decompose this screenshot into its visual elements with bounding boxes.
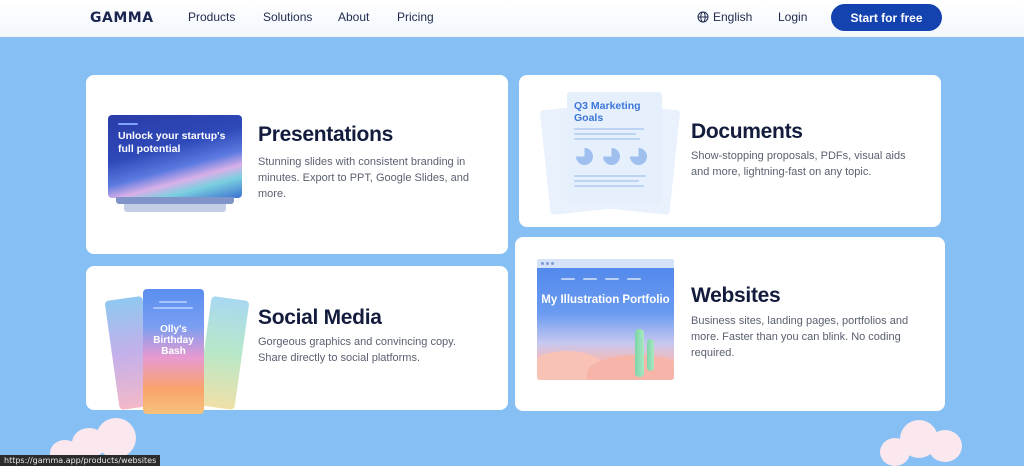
card-description: Show-stopping proposals, PDFs, visual ai…: [691, 150, 906, 178]
pie-chart-icon: [603, 148, 620, 165]
start-for-free-button[interactable]: Start for free: [831, 4, 942, 31]
post-accent-line: [153, 307, 193, 309]
pie-chart-icon: [630, 148, 647, 165]
website-illustration: My Illustration Portfolio: [537, 259, 674, 380]
document-line: [574, 175, 646, 177]
website-nav-line: [605, 278, 619, 280]
nav-pricing[interactable]: Pricing: [397, 10, 434, 24]
card-title: Presentations: [258, 123, 393, 146]
gamma-logo[interactable]: GAMMA: [90, 10, 154, 26]
document-illustration: Q3 Marketing Goals: [567, 92, 662, 205]
nav-solutions[interactable]: Solutions: [263, 10, 312, 24]
document-line: [574, 138, 640, 140]
document-line: [574, 128, 644, 130]
pie-chart-icon: [576, 148, 593, 165]
slide-stand: [116, 197, 234, 204]
card-websites[interactable]: My Illustration Portfolio Websites Busin…: [515, 237, 945, 411]
card-documents[interactable]: Q3 Marketing Goals Documents Show-stoppi…: [519, 75, 941, 227]
social-post-headline: Olly's Birthday Bash: [153, 324, 194, 357]
cactus-shape: [647, 339, 654, 371]
slide-stand-shadow: [124, 204, 226, 212]
card-description: Business sites, landing pages, portfolio…: [691, 315, 909, 359]
nav-products[interactable]: Products: [188, 10, 235, 24]
cactus-shape: [635, 329, 644, 377]
language-selector[interactable]: English: [697, 10, 752, 24]
login-link[interactable]: Login: [778, 10, 807, 24]
browser-dot: [546, 262, 549, 265]
slide-accent-line: [118, 123, 138, 125]
social-post-right: [196, 295, 250, 411]
cloud-decoration: [928, 430, 962, 462]
document-line: [574, 185, 644, 187]
browser-bar: [537, 259, 674, 268]
top-nav-bar: GAMMA Products Solutions About Pricing E…: [0, 0, 1024, 37]
website-nav-line: [583, 278, 597, 280]
browser-dot: [551, 262, 554, 265]
post-accent-line: [159, 301, 187, 303]
cloud-decoration: [880, 438, 910, 466]
document-line: [574, 133, 636, 135]
globe-icon: [697, 11, 709, 23]
card-description: Gorgeous graphics and convincing copy. S…: [258, 336, 456, 364]
card-title: Documents: [691, 120, 803, 143]
website-nav-line: [627, 278, 641, 280]
card-presentations[interactable]: Unlock your startup's full potential Pre…: [86, 75, 508, 254]
card-title: Websites: [691, 284, 781, 307]
browser-dot: [541, 262, 544, 265]
slide-headline: Unlock your startup's full potential: [118, 130, 226, 155]
cloud-decoration: [96, 418, 136, 458]
card-title: Social Media: [258, 306, 382, 329]
card-description: Stunning slides with consistent branding…: [258, 156, 469, 200]
document-headline: Q3 Marketing Goals: [574, 100, 641, 124]
language-label: English: [713, 10, 753, 24]
document-line: [574, 180, 639, 182]
website-headline: My Illustration Portfolio: [541, 294, 670, 306]
link-preview-status: https://gamma.app/products/websites: [0, 455, 161, 466]
card-social-media[interactable]: Olly's Birthday Bash Social Media Gorgeo…: [86, 266, 508, 414]
nav-about[interactable]: About: [338, 10, 369, 24]
website-nav-line: [561, 278, 575, 280]
presentation-illustration: Unlock your startup's full potential: [108, 115, 242, 198]
